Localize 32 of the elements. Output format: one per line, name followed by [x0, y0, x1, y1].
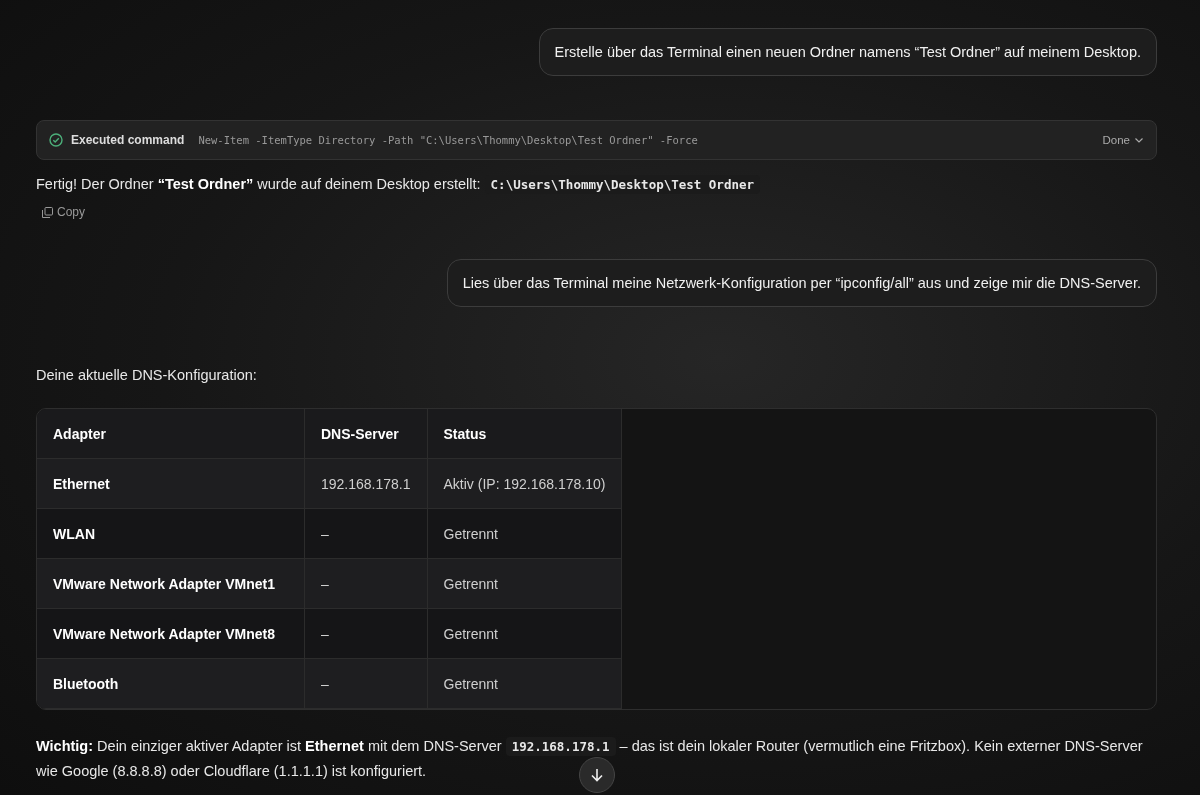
- column-header: Adapter: [37, 409, 305, 459]
- table-cell: –: [304, 608, 428, 659]
- user-message: Erstelle über das Terminal einen neuen Ordner namens “Test Ordner” auf meinem Desktop.: [538, 28, 1157, 76]
- table-cell: Ethernet: [37, 458, 305, 509]
- answer-paragraph: Fertig! Der Ordner “Test Ordner” wurde auf deinem Desktop erstellt: C:\Users\Thommy\Desktop\Test Ordner: [36, 172, 1157, 197]
- copy-button[interactable]: Copy: [36, 201, 91, 223]
- table-cell: Getrennt: [427, 508, 622, 559]
- chevron-down-icon: [1134, 135, 1144, 145]
- user-message: Lies über das Terminal meine Netzwerk-Konfiguration per “ipconfig/all” aus und zeige mir die DNS-Server.: [446, 259, 1157, 307]
- copy-icon: [42, 206, 53, 218]
- check-circle-icon: [49, 133, 63, 147]
- column-header: Status: [427, 409, 622, 459]
- table-cell: Bluetooth: [37, 658, 305, 709]
- answer-paragraph: Deine aktuelle DNS-Konfiguration:: [36, 366, 258, 385]
- done-toggle[interactable]: Done: [1102, 134, 1144, 146]
- table-cell: Getrennt: [427, 558, 622, 609]
- table-cell: –: [304, 658, 428, 709]
- table-cell: VMware Network Adapter VMnet8: [37, 608, 305, 659]
- answer-paragraph: Wichtig: Dein einziger aktiver Adapter ist Ethernet mit dem DNS-Server 192.168.178.1 – das ist dein lokaler Router (vermutlich eine Fritzbox). Kein externer DNS-Server wie Google (8.8.8.8) oder Cloudflare (1.1.1.1) ist konfiguriert.: [36, 736, 1144, 781]
- column-header: DNS-Server: [304, 409, 428, 459]
- table-cell: 192.168.178.1: [304, 458, 428, 509]
- command-label: Executed command: [71, 133, 185, 147]
- table-cell: WLAN: [37, 508, 305, 559]
- table-cell: Getrennt: [427, 608, 622, 659]
- scroll-down-button[interactable]: [579, 757, 615, 793]
- table-cell: Aktiv (IP: 192.168.178.10): [427, 458, 622, 509]
- arrow-down-icon: [589, 767, 605, 783]
- table-cell: –: [304, 558, 428, 609]
- table-cell: –: [304, 508, 428, 559]
- table-cell: Getrennt: [427, 658, 622, 709]
- table-cell: VMware Network Adapter VMnet1: [37, 558, 305, 609]
- command-text: New-Item -ItemType Directory -Path "C:\Users\Thommy\Desktop\Test Ordner" -Force: [198, 134, 699, 146]
